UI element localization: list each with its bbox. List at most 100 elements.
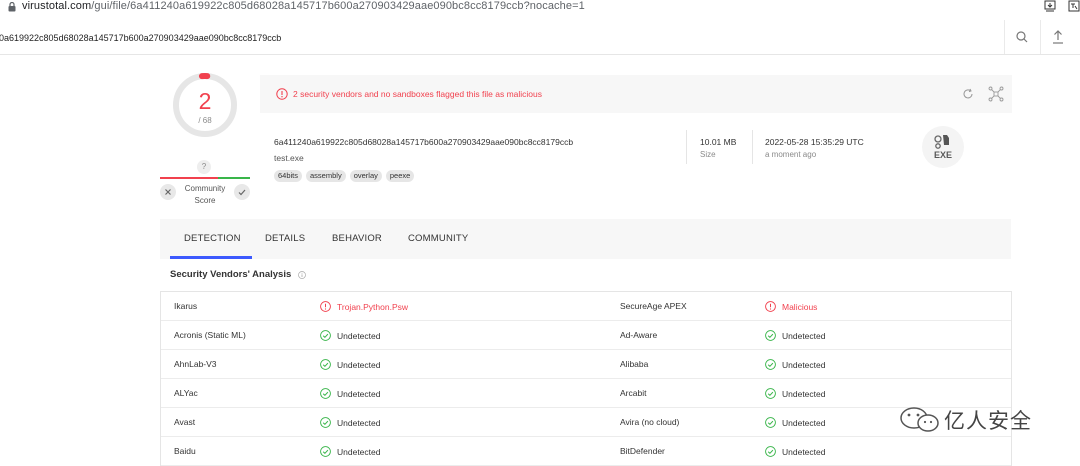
analysis-date-label: a moment ago	[765, 150, 817, 159]
detection-total: / 68	[198, 116, 212, 125]
active-tab-indicator	[170, 256, 252, 259]
community-score-bar-negative	[160, 177, 218, 179]
community-score-bar-positive	[218, 177, 250, 179]
file-tag[interactable]: assembly	[306, 170, 346, 182]
search-button[interactable]	[1004, 20, 1039, 54]
search-input[interactable]	[0, 30, 984, 46]
upload-button[interactable]	[1040, 20, 1075, 54]
vendor-result-text: Undetected	[337, 389, 381, 399]
vendor-result-text: Undetected	[782, 418, 826, 428]
search-icon	[1016, 31, 1028, 43]
file-type-label: EXE	[933, 150, 952, 160]
check-circle-icon	[765, 330, 776, 341]
file-tag[interactable]: peexe	[385, 170, 415, 182]
vendor-result: Undetected	[765, 417, 825, 428]
url-host: virustotal.com	[22, 0, 92, 12]
alert-circle-icon	[320, 301, 331, 312]
vendor-result: Undetected	[320, 417, 380, 428]
graph-icon[interactable]	[988, 86, 1004, 102]
community-label-line1: Community	[184, 184, 226, 193]
vendor-result-text: Undetected	[782, 360, 826, 370]
vendor-result: Undetected	[320, 388, 380, 399]
vendor-row: AhnLab-V3 Undetected Alibaba Undetected	[161, 350, 1011, 379]
vendor-name: ALYac	[174, 388, 198, 398]
vendor-result: Undetected	[320, 446, 380, 457]
file-tag[interactable]: overlay	[349, 170, 382, 182]
refresh-icon[interactable]	[962, 88, 974, 100]
lock-icon	[8, 2, 16, 12]
vendor-result: Trojan.Python.Psw	[320, 301, 408, 312]
vendor-name: SecureAge APEX	[620, 301, 687, 311]
info-icon[interactable]	[298, 271, 306, 279]
vendor-result: Undetected	[765, 388, 825, 399]
tab-behavior[interactable]: BEHAVIOR	[332, 233, 382, 244]
detection-alert-text: 2 security vendors and no sandboxes flag…	[293, 89, 543, 99]
check-icon	[238, 189, 246, 196]
vote-harmful-button[interactable]	[160, 184, 176, 200]
vendor-name: AhnLab-V3	[174, 359, 217, 369]
file-tags: 64bits assembly overlay peexe	[274, 170, 418, 182]
gears-icon	[934, 135, 949, 149]
vendor-result-text: Undetected	[782, 389, 826, 399]
vendor-result-text: Undetected	[782, 447, 826, 457]
url-path: /gui/file/6a411240a619922c805d68028a1457…	[91, 0, 585, 12]
community-help-button[interactable]: ?	[197, 160, 211, 174]
vendor-result-text: Undetected	[337, 418, 381, 428]
vendor-result: Undetected	[765, 359, 825, 370]
watermark-text: 亿人安全	[944, 409, 1032, 433]
detection-count: 2	[198, 88, 212, 114]
alert-circle-icon	[276, 88, 288, 100]
vendor-result-text: Trojan.Python.Psw	[337, 302, 409, 312]
vendor-row: ALYac Undetected Arcabit Undetected	[161, 379, 1011, 408]
exe-file-icon	[922, 126, 964, 168]
divider	[752, 130, 753, 164]
check-circle-icon	[320, 388, 331, 399]
vendor-name: Alibaba	[620, 359, 649, 369]
section-title: Security Vendors' Analysis	[170, 269, 292, 280]
alert-circle-icon	[765, 301, 776, 312]
upload-icon	[1053, 30, 1063, 44]
check-circle-icon	[320, 330, 331, 341]
vendor-name: Acronis (Static ML)	[174, 330, 246, 340]
check-circle-icon	[765, 417, 776, 428]
vendor-result-text: Undetected	[337, 331, 381, 341]
tab-details[interactable]: DETAILS	[265, 233, 305, 244]
file-hash[interactable]: 6a411240a619922c805d68028a145717b600a270…	[274, 137, 573, 147]
vendor-row: Ikarus Trojan.Python.Psw SecureAge APEX Mal…	[161, 292, 1011, 321]
tab-detection[interactable]: DETECTION	[184, 233, 241, 244]
vendor-result: Undetected	[765, 446, 825, 457]
vendor-result: Undetected	[320, 359, 380, 370]
vendor-name: Avast	[174, 417, 196, 427]
vendor-result-text: Undetected	[782, 331, 826, 341]
vendor-row: Baidu Undetected BitDefender Undetected	[161, 437, 1011, 466]
vendor-row: Acronis (Static ML) Undetected Ad-Aware Und…	[161, 321, 1011, 350]
vote-harmless-button[interactable]	[234, 184, 250, 200]
vendor-result-text: Malicious	[782, 302, 818, 312]
vendor-name: Arcabit	[620, 388, 647, 398]
vendor-result-text: Undetected	[337, 360, 381, 370]
browser-address-bar[interactable]: virustotal.com/gui/file/6a411240a619922c…	[0, 0, 1080, 14]
check-circle-icon	[320, 359, 331, 370]
screenshot-extension-icon[interactable]	[1044, 0, 1056, 12]
tab-community[interactable]: COMMUNITY	[408, 233, 468, 244]
search-bar	[0, 20, 1080, 55]
vendor-result: Undetected	[320, 330, 380, 341]
check-circle-icon	[765, 359, 776, 370]
vendor-result-text: Undetected	[337, 447, 381, 457]
file-size-value: 10.01 MB	[700, 137, 737, 147]
check-circle-icon	[320, 417, 331, 428]
vendor-row: Avast Undetected Avira (no cloud) Undetecte…	[161, 408, 1011, 437]
vendor-result: Undetected	[765, 330, 825, 341]
vendor-name: Avira (no cloud)	[620, 417, 680, 427]
community-label-line2: Score	[194, 196, 216, 205]
translate-extension-icon[interactable]	[1068, 0, 1080, 12]
community-score-label: Community Score	[178, 183, 232, 207]
vendor-result: Malicious	[765, 301, 817, 312]
file-name: test.exe	[274, 153, 304, 163]
vendor-name: Ikarus	[174, 301, 198, 311]
file-tag[interactable]: 64bits	[274, 170, 303, 182]
browser-url[interactable]: virustotal.com/gui/file/6a411240a619922c…	[22, 0, 585, 12]
vendor-name: BitDefender	[620, 446, 665, 456]
vendor-name: Baidu	[174, 446, 196, 456]
check-circle-icon	[765, 446, 776, 457]
